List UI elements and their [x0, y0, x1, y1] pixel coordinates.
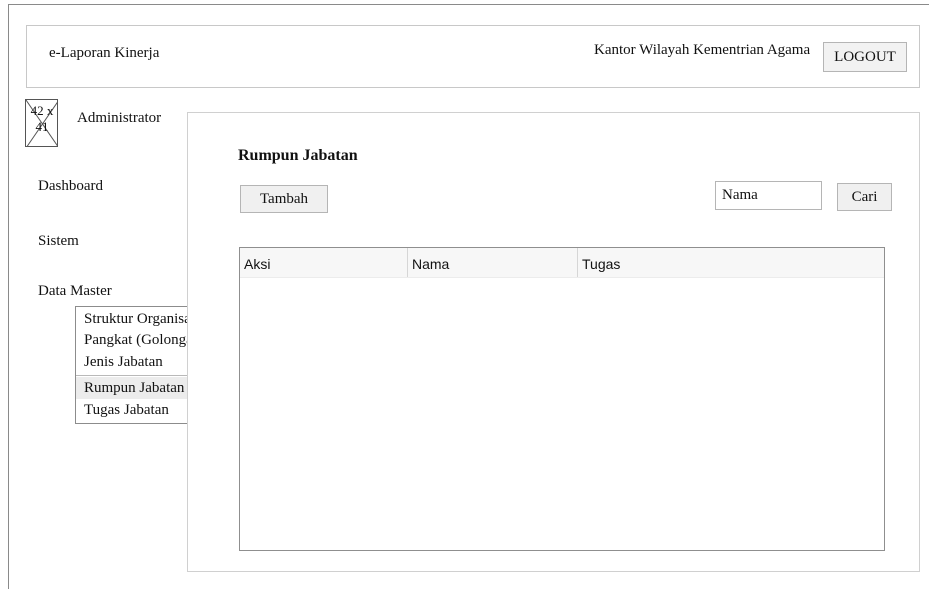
column-header-nama[interactable]: Nama: [408, 248, 577, 277]
page-title: Rumpun Jabatan: [238, 147, 358, 164]
sidebar-item-dashboard[interactable]: Dashboard: [38, 178, 103, 195]
content-panel: Rumpun Jabatan Tambah Cari Aksi Nama Tug…: [187, 112, 920, 572]
logout-button[interactable]: LOGOUT: [823, 42, 907, 72]
data-table: Aksi Nama Tugas: [239, 247, 885, 551]
avatar: 42 x 41: [25, 99, 58, 147]
add-button[interactable]: Tambah: [240, 185, 328, 213]
column-header-aksi[interactable]: Aksi: [240, 248, 407, 277]
sidebar-item-data-master[interactable]: Data Master: [38, 283, 112, 300]
avatar-placeholder-text: 42 x 41: [30, 103, 54, 134]
organization-name: Kantor Wilayah Kementrian Agama: [594, 42, 811, 58]
app-title: e-Laporan Kinerja: [49, 45, 160, 61]
search-input[interactable]: [715, 181, 822, 210]
sidebar-item-sistem[interactable]: Sistem: [38, 233, 79, 250]
top-header: e-Laporan Kinerja Kantor Wilayah Kementr…: [26, 25, 920, 88]
column-header-tugas[interactable]: Tugas: [578, 248, 884, 277]
user-role: Administrator: [77, 110, 162, 126]
search-button[interactable]: Cari: [837, 183, 892, 211]
table-header: Aksi Nama Tugas: [240, 248, 884, 278]
